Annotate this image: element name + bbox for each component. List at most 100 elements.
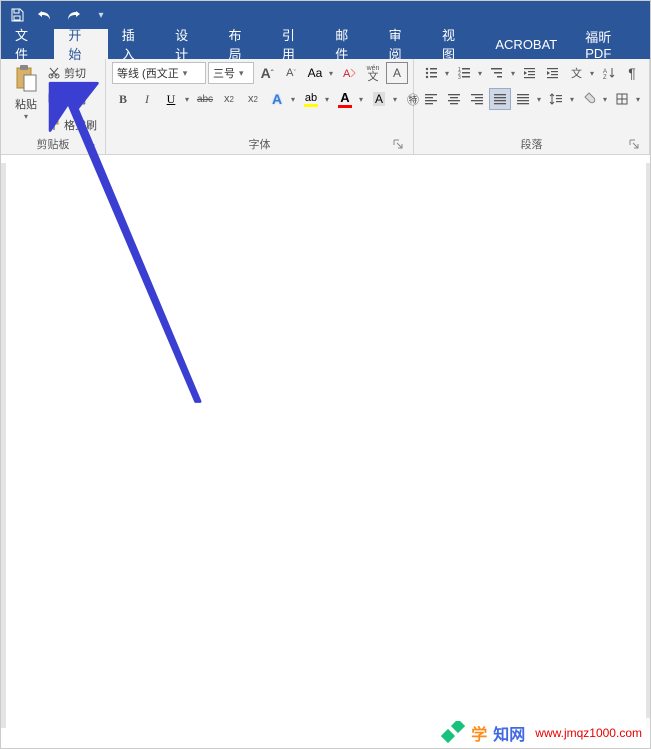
grow-font-button[interactable]: Aˆ: [256, 62, 278, 84]
group-paragraph: ▾ 123▾ ▾ 文▾ AZ ¶ ▾ ▾ ▾ ▾ 段落: [414, 59, 650, 154]
tab-references[interactable]: 引用: [268, 29, 321, 59]
svg-text:文: 文: [571, 66, 582, 80]
clipboard-group-label: 剪贴板: [37, 139, 70, 151]
chevron-down-icon: ▾: [239, 68, 244, 79]
group-font: 等线 (西文正▾ 三号▾ Aˆ Aˇ Aa▾ A wén文 A B: [106, 59, 414, 154]
increase-indent-button[interactable]: [542, 62, 564, 84]
chevron-down-icon: ▾: [182, 88, 192, 110]
subscript-button[interactable]: x2: [218, 88, 240, 110]
copy-icon: [47, 92, 61, 106]
document-area[interactable]: [1, 163, 650, 728]
watermark-text-2: 知网: [493, 721, 525, 745]
align-distributed-button[interactable]: ▾: [512, 88, 544, 110]
tab-insert[interactable]: 插入: [108, 29, 161, 59]
chevron-down-icon: ▾: [633, 88, 643, 110]
format-painter-label: 格式刷: [64, 117, 97, 133]
strikethrough-button[interactable]: abc: [194, 88, 216, 110]
chevron-down-icon: ▾: [508, 62, 518, 84]
sort-button[interactable]: AZ: [598, 62, 620, 84]
chevron-down-icon: ▾: [390, 88, 400, 110]
font-group-label: 字体: [249, 139, 271, 151]
align-left-button[interactable]: [420, 88, 442, 110]
numbering-button[interactable]: 123▾: [453, 62, 485, 84]
shading-button[interactable]: ▾: [578, 88, 610, 110]
paste-icon: [12, 64, 40, 94]
format-painter-icon: [47, 118, 61, 132]
tab-view[interactable]: 视图: [428, 29, 481, 59]
underline-button[interactable]: U▾: [160, 88, 192, 110]
chevron-down-icon: ▾: [326, 62, 336, 84]
tab-home[interactable]: 开始: [54, 29, 107, 59]
chevron-down-icon: ▾: [288, 88, 298, 110]
tab-design[interactable]: 设计: [161, 29, 214, 59]
copy-button[interactable]: 复制: [47, 88, 97, 110]
character-shading-button[interactable]: A▾: [368, 88, 400, 110]
paste-label: 粘贴: [15, 96, 37, 112]
show-hide-marks-button[interactable]: ¶: [621, 62, 643, 84]
font-color-button[interactable]: A▾: [334, 88, 366, 110]
multilevel-list-button[interactable]: ▾: [486, 62, 518, 84]
tab-acrobat[interactable]: ACROBAT: [481, 29, 571, 59]
scissors-icon: [47, 66, 61, 80]
chevron-down-icon: ▾: [183, 68, 188, 79]
watermark-text-1: 学: [471, 721, 487, 745]
tab-review[interactable]: 审阅: [375, 29, 428, 59]
line-spacing-button[interactable]: ▾: [545, 88, 577, 110]
superscript-button[interactable]: x2: [242, 88, 264, 110]
chevron-down-icon: ▾: [567, 88, 577, 110]
bullets-button[interactable]: ▾: [420, 62, 452, 84]
chevron-down-icon: ▾: [600, 88, 610, 110]
font-dialog-launcher[interactable]: [393, 139, 405, 151]
align-justify-button[interactable]: [489, 88, 511, 110]
paste-button[interactable]: 粘贴 ▾: [7, 62, 45, 121]
qat-customize-dropdown[interactable]: ▾: [91, 5, 111, 25]
decrease-indent-button[interactable]: [519, 62, 541, 84]
chevron-down-icon: ▾: [587, 62, 597, 84]
font-name-combo[interactable]: 等线 (西文正▾: [112, 62, 206, 84]
asian-layout-button[interactable]: 文▾: [565, 62, 597, 84]
bold-button[interactable]: B: [112, 88, 134, 110]
chevron-down-icon: ▾: [442, 62, 452, 84]
copy-label: 复制: [64, 91, 86, 107]
format-painter-button[interactable]: 格式刷: [47, 114, 97, 136]
clipboard-dialog-launcher[interactable]: [85, 139, 97, 151]
paste-dropdown-icon[interactable]: ▾: [24, 112, 28, 121]
font-size-combo[interactable]: 三号▾: [208, 62, 254, 84]
tab-foxit[interactable]: 福昕PDF: [571, 29, 650, 59]
save-button[interactable]: [7, 5, 27, 25]
text-effects-button[interactable]: A▾: [266, 88, 298, 110]
borders-button[interactable]: ▾: [611, 88, 643, 110]
paragraph-group-label: 段落: [521, 139, 543, 151]
cut-button[interactable]: 剪切: [47, 62, 97, 84]
redo-button[interactable]: [63, 5, 83, 25]
italic-button[interactable]: I: [136, 88, 158, 110]
cut-label: 剪切: [64, 65, 86, 81]
ribbon: 粘贴 ▾ 剪切 复制: [1, 59, 650, 155]
svg-text:A: A: [343, 68, 351, 80]
phonetic-guide-button[interactable]: wén文: [362, 62, 384, 84]
watermark-url: www.jmqz1000.com: [535, 726, 642, 740]
character-border-button[interactable]: A: [386, 62, 408, 84]
watermark-footer: 学知网 www.jmqz1000.com: [433, 718, 650, 748]
chevron-down-icon: ▾: [475, 62, 485, 84]
highlight-color-button[interactable]: ab▾: [300, 88, 332, 110]
tab-file[interactable]: 文件: [1, 29, 54, 59]
change-case-button[interactable]: Aa▾: [304, 62, 336, 84]
document-page[interactable]: [6, 163, 646, 728]
undo-button[interactable]: [35, 5, 55, 25]
svg-text:3: 3: [458, 75, 461, 80]
tab-layout[interactable]: 布局: [215, 29, 268, 59]
ribbon-tabs: 文件 开始 插入 设计 布局 引用 邮件 审阅 视图 ACROBAT 福昕PDF: [1, 29, 650, 59]
clear-formatting-button[interactable]: A: [338, 62, 360, 84]
quick-access-toolbar: ▾: [1, 1, 650, 29]
paragraph-dialog-launcher[interactable]: [629, 139, 641, 151]
watermark-logo-icon: [441, 721, 465, 745]
chevron-down-icon: ▾: [356, 88, 366, 110]
chevron-down-icon: ▾: [322, 88, 332, 110]
align-center-button[interactable]: [443, 88, 465, 110]
shrink-font-button[interactable]: Aˇ: [280, 62, 302, 84]
align-right-button[interactable]: [466, 88, 488, 110]
group-clipboard: 粘贴 ▾ 剪切 复制: [1, 59, 106, 154]
svg-text:Z: Z: [603, 75, 607, 80]
tab-mailings[interactable]: 邮件: [321, 29, 374, 59]
